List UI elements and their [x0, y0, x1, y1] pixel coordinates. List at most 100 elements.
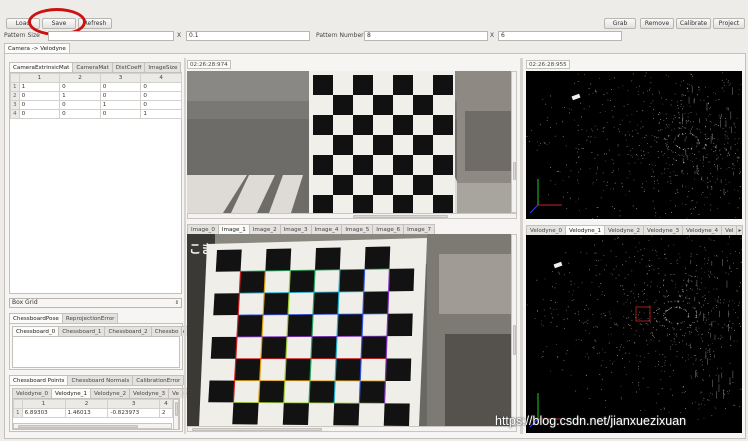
tab-chessboard-normals[interactable]: Chessboard Normals — [67, 375, 134, 385]
table-cell[interactable]: 0 — [140, 82, 182, 92]
pattern-number-x-field[interactable]: 6 — [498, 31, 622, 41]
table-cell[interactable]: 1.46013 — [64, 408, 109, 418]
lidar-point — [636, 355, 638, 357]
row-header[interactable]: 3 — [10, 100, 20, 110]
lidar-point — [664, 249, 666, 251]
tab-image-size[interactable]: ImageSize — [144, 62, 182, 72]
tab-chessboard-pose[interactable]: ChessboardPose — [9, 313, 63, 323]
row-header[interactable]: 1 — [13, 408, 23, 418]
image-vscrollbar[interactable] — [511, 234, 517, 426]
image-hscrollbar[interactable] — [187, 426, 517, 432]
col-header[interactable]: 1 — [18, 73, 61, 83]
tab-velodyne-4[interactable]: Velodyne_4 — [682, 225, 723, 235]
tab-chessboard-1[interactable]: Chessboard_1 — [58, 326, 106, 336]
tab-points-velodyne-1[interactable]: Velodyne_1 — [51, 388, 92, 398]
table-cell[interactable]: 0 — [59, 109, 101, 119]
remove-button[interactable]: Remove — [640, 18, 674, 29]
col-header[interactable]: 4 — [140, 73, 182, 83]
tab-camera-velodyne[interactable]: Camera -> Velodyne — [4, 43, 70, 53]
table-cell[interactable]: 0 — [59, 82, 101, 92]
col-header[interactable]: 3 — [107, 399, 160, 409]
tab-chessboard-3[interactable]: Chessbo — [150, 326, 183, 336]
lidar-point — [600, 197, 602, 199]
lidar-point — [701, 306, 702, 308]
table-cell[interactable]: 2 — [158, 408, 174, 418]
table-cell[interactable]: 0 — [140, 100, 182, 110]
lidar-point — [603, 181, 605, 182]
table-cell[interactable]: 0 — [99, 82, 142, 92]
row-header[interactable]: 1 — [10, 82, 20, 92]
tab-chessboard-points[interactable]: Chessboard Points — [9, 375, 69, 385]
pattern-size-field[interactable] — [48, 31, 174, 41]
lidar-point — [611, 372, 613, 373]
tab-image-0[interactable]: Image_0 — [187, 224, 219, 234]
col-header[interactable]: 3 — [99, 73, 142, 83]
tab-chessboard-2[interactable]: Chessboard_2 — [104, 326, 152, 336]
project-button[interactable]: Project — [713, 18, 745, 29]
tab-image-4[interactable]: Image_4 — [310, 224, 343, 234]
tab-calibration-error[interactable]: CalibrationError — [132, 375, 185, 385]
tab-points-velodyne-2[interactable]: Velodyne_2 — [90, 388, 131, 398]
tab-points-velodyne-3[interactable]: Velodyne_3 — [129, 388, 170, 398]
col-header[interactable]: 4 — [158, 399, 174, 409]
camera-vscrollbar[interactable] — [511, 71, 517, 213]
table-cell[interactable]: -0.823973 — [107, 408, 160, 418]
table-cell[interactable]: 1 — [140, 109, 182, 119]
lidar-point — [651, 135, 653, 136]
table-cell[interactable]: 0 — [18, 109, 61, 119]
tab-velodyne-0[interactable]: Velodyne_0 — [526, 225, 567, 235]
tab-reprojection-error[interactable]: ReprojectionError — [61, 313, 119, 323]
row-header[interactable]: 4 — [10, 109, 20, 119]
tab-velodyne-3[interactable]: Velodyne_3 — [643, 225, 684, 235]
col-header[interactable]: 2 — [59, 73, 101, 83]
tab-camera-mat[interactable]: CameraMat — [72, 62, 113, 72]
tab-points-velodyne-4[interactable]: Ve — [168, 388, 183, 398]
camera-hscrollbar[interactable] — [187, 213, 517, 219]
tab-camera-extrinsic-mat[interactable]: CameraExtrinsicMat — [9, 62, 74, 72]
lidar-point — [731, 168, 733, 170]
splitter-vertical[interactable] — [184, 58, 186, 434]
tab-chessboard-0[interactable]: Chessboard_0 — [12, 326, 60, 336]
tab-image-7[interactable]: Image_7 — [403, 224, 435, 234]
tab-image-1[interactable]: Image_1 — [217, 224, 250, 234]
table-cell[interactable]: 0 — [99, 109, 142, 119]
table-cell[interactable]: 0 — [18, 91, 61, 101]
row-header[interactable]: 2 — [10, 91, 20, 101]
table-cell[interactable]: 1 — [18, 82, 61, 92]
lidar-point — [670, 183, 672, 184]
calibrate-button[interactable]: Calibrate — [676, 18, 711, 29]
tab-velodyne-2[interactable]: Velodyne_2 — [604, 225, 645, 235]
splitter-center[interactable] — [520, 58, 523, 434]
lidar-point — [658, 309, 660, 310]
tab-velodyne-5[interactable]: Vel — [721, 225, 738, 235]
grab-button[interactable]: Grab — [604, 18, 636, 29]
points-vscrollbar[interactable] — [173, 399, 179, 429]
col-header[interactable]: 1 — [21, 399, 66, 409]
tab-scroll-arrow[interactable]: ▸ — [736, 225, 744, 235]
lidar-point — [718, 384, 720, 393]
lidar-point — [581, 116, 582, 118]
col-header[interactable]: 2 — [64, 399, 109, 409]
chessboard-square — [433, 155, 453, 175]
table-cell[interactable]: 1 — [99, 100, 142, 110]
pattern-size-x-field[interactable]: 0.1 — [186, 31, 310, 41]
table-cell[interactable]: 0 — [140, 91, 182, 101]
table-cell[interactable]: 0 — [18, 100, 61, 110]
lidar-point — [738, 93, 740, 95]
table-cell[interactable]: 6.89303 — [21, 408, 66, 418]
table-cell[interactable]: 0 — [59, 100, 101, 110]
tab-dist-coeff[interactable]: DistCoeff — [111, 62, 146, 72]
tab-velodyne-1[interactable]: Velodyne_1 — [565, 225, 606, 235]
box-grid-select[interactable]: Box Grid ⇕ — [9, 298, 182, 308]
points-hscrollbar[interactable] — [13, 423, 172, 429]
lidar-point — [578, 182, 579, 184]
table-cell[interactable]: 0 — [99, 91, 142, 101]
tab-image-6[interactable]: Image_6 — [372, 224, 405, 234]
table-cell[interactable]: 1 — [59, 91, 101, 101]
tab-points-velodyne-0[interactable]: Velodyne_0 — [12, 388, 53, 398]
tab-image-5[interactable]: Image_5 — [341, 224, 374, 234]
tab-image-2[interactable]: Image_2 — [248, 224, 281, 234]
tab-image-3[interactable]: Image_3 — [279, 224, 312, 234]
lidar-point — [599, 273, 601, 275]
pattern-number-field[interactable]: 8 — [364, 31, 488, 41]
